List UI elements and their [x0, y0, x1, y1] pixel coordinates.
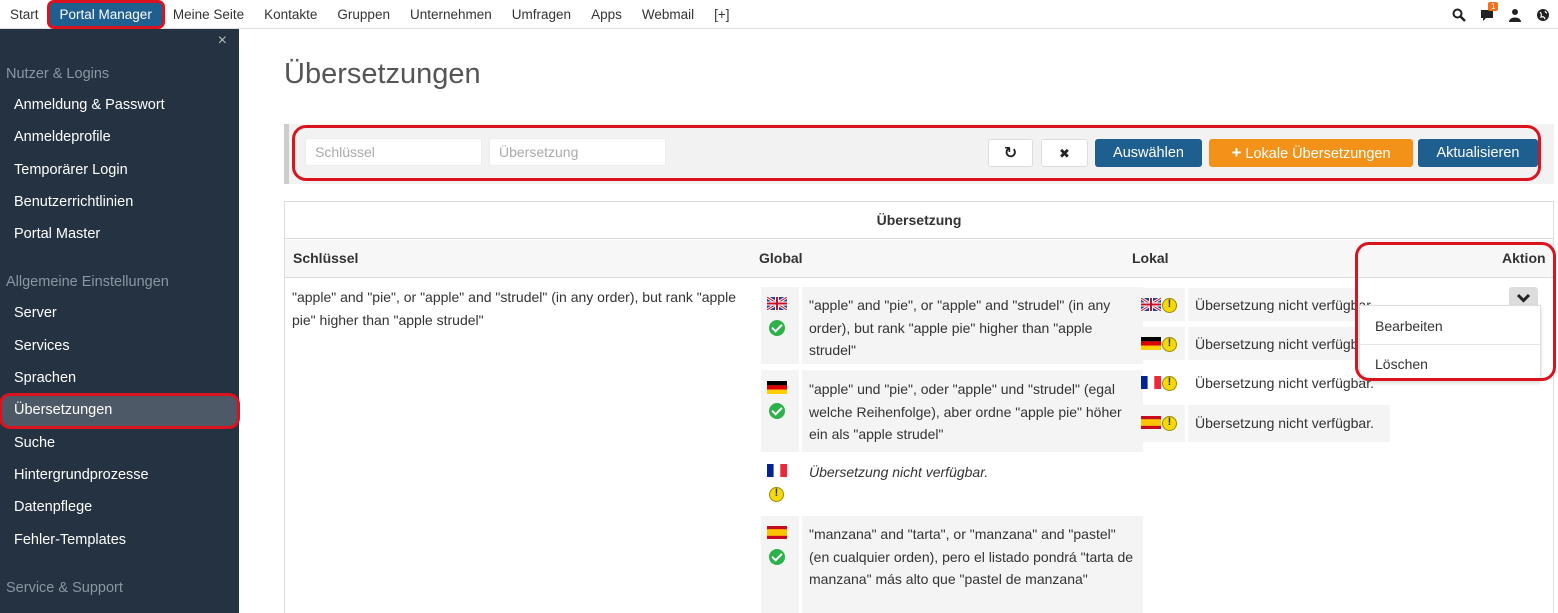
spanish-flag-icon — [767, 526, 787, 539]
search-icon[interactable] — [1452, 8, 1466, 22]
column-header-key[interactable]: Schlüssel — [293, 250, 358, 266]
highlight-ring-action — [1355, 242, 1556, 381]
uk-flag-icon — [767, 297, 787, 310]
sidebar-item-login-password[interactable]: Anmeldung & Passwort — [14, 97, 165, 113]
nav-webmail[interactable]: Webmail — [632, 0, 704, 29]
local-translation-es: Übersetzung nicht verfügbar. — [1195, 415, 1374, 431]
check-icon — [769, 549, 785, 565]
nav-kontakte[interactable]: Kontakte — [254, 0, 327, 29]
translation-key: "apple" and "pie", or "apple" and "strud… — [292, 289, 736, 328]
column-header-global[interactable]: Global — [759, 250, 803, 266]
sidebar-item-user-policies[interactable]: Benutzerrichtlinien — [14, 194, 133, 210]
warning-icon — [1162, 416, 1177, 431]
sidebar-item-temp-login[interactable]: Temporärer Login — [14, 162, 128, 178]
check-icon — [769, 403, 785, 419]
nav-gruppen[interactable]: Gruppen — [327, 0, 400, 29]
global-translation-de: "apple" und "pie", oder "apple" und "str… — [809, 381, 1122, 442]
nav-start[interactable]: Start — [0, 0, 49, 29]
warning-icon — [1162, 376, 1177, 391]
nav-meine-seite[interactable]: Meine Seite — [163, 0, 254, 29]
sidebar-item-portal-master[interactable]: Portal Master — [14, 226, 100, 242]
local-translation-fr: Übersetzung nicht verfügbar. — [1195, 375, 1374, 391]
nav-add[interactable]: [+] — [704, 0, 739, 29]
sidebar-item-services[interactable]: Services — [14, 338, 70, 354]
german-flag-icon — [767, 381, 787, 394]
warning-icon — [769, 487, 784, 502]
warning-icon — [1162, 298, 1177, 313]
sidebar-item-background-processes[interactable]: Hintergrundprozesse — [14, 467, 149, 483]
globe-icon[interactable] — [1536, 8, 1550, 22]
french-flag-icon — [1141, 376, 1161, 389]
sidebar-section-general: Allgemeine Einstellungen — [6, 274, 169, 290]
global-translation-fr: Übersetzung nicht verfügbar. — [809, 464, 989, 480]
sidebar-item-data-maintenance[interactable]: Datenpflege — [14, 499, 92, 515]
highlight-ring-filter — [292, 125, 1541, 181]
nav-umfragen[interactable]: Umfragen — [502, 0, 581, 29]
check-icon — [769, 320, 785, 336]
sidebar-item-login-profiles[interactable]: Anmeldeprofile — [14, 129, 111, 145]
top-navigation: Start Portal Manager Meine Seite Kontakt… — [0, 0, 1558, 29]
local-translation-de: Übersetzung nicht verfügbar. — [1195, 336, 1374, 352]
spanish-flag-icon — [1141, 416, 1161, 429]
nav-apps[interactable]: Apps — [581, 0, 632, 29]
close-icon[interactable]: × — [218, 32, 227, 50]
warning-icon — [1162, 337, 1177, 352]
page-title: Übersetzungen — [284, 58, 481, 90]
sidebar-section-users: Nutzer & Logins — [6, 66, 110, 82]
global-translation-es: "manzana" and "tarta", or "manzana" and … — [809, 526, 1134, 587]
sidebar-item-translations[interactable]: Übersetzungen — [14, 402, 112, 418]
sidebar-item-error-templates[interactable]: Fehler-Templates — [14, 532, 126, 548]
nav-portal-manager[interactable]: Portal Manager — [49, 2, 162, 26]
column-header-local[interactable]: Lokal — [1132, 250, 1169, 266]
notification-badge: 1 — [1488, 1, 1499, 11]
german-flag-icon — [1141, 337, 1161, 350]
global-translation-en: "apple" and "pie", or "apple" and "strud… — [809, 297, 1111, 358]
sidebar-item-languages[interactable]: Sprachen — [14, 370, 76, 386]
french-flag-icon — [767, 464, 787, 477]
sidebar-item-server[interactable]: Server — [14, 305, 57, 321]
sidebar: × — [0, 29, 239, 613]
user-icon[interactable] — [1508, 8, 1522, 22]
sidebar-section-support: Service & Support — [6, 580, 123, 596]
uk-flag-icon — [1141, 298, 1161, 311]
nav-icon-group: 1 — [1452, 0, 1550, 29]
sidebar-item-search[interactable]: Suche — [14, 435, 55, 451]
messages-icon[interactable]: 1 — [1480, 1, 1499, 22]
nav-unternehmen[interactable]: Unternehmen — [400, 0, 502, 29]
local-translation-en: Übersetzung nicht verfügbar. — [1195, 297, 1374, 313]
table-group-header: Übersetzung — [285, 201, 1553, 239]
